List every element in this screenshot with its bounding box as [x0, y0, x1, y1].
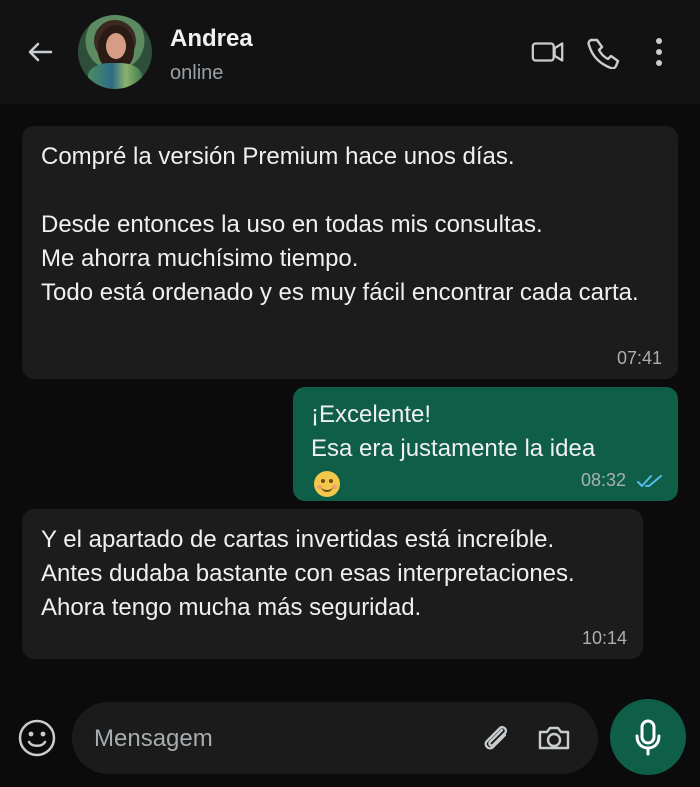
avatar-face	[106, 33, 126, 59]
message-bubble-incoming[interactable]: Compré la versión Premium hace unos días…	[22, 126, 678, 379]
phone-icon	[587, 38, 620, 69]
message-text: Y el apartado de cartas invertidas está …	[41, 526, 575, 621]
video-call-button[interactable]	[530, 34, 566, 70]
message-bubble-outgoing[interactable]: ¡Excelente! Esa era justamente la idea 0…	[293, 387, 678, 501]
back-button[interactable]	[22, 34, 58, 70]
microphone-icon	[635, 719, 661, 756]
message-time: 08:32	[580, 470, 626, 490]
double-check-icon	[637, 475, 662, 487]
smiling-face-icon	[314, 471, 340, 497]
contact-name[interactable]: Andrea	[170, 25, 253, 53]
message-time: 07:41	[616, 348, 662, 368]
paperclip-icon	[484, 725, 508, 750]
emoji-button[interactable]	[17, 718, 57, 758]
message-time: 10:14	[581, 628, 627, 648]
voice-message-button[interactable]	[610, 699, 686, 775]
message-input-container[interactable]	[72, 702, 598, 774]
message-text: ¡Excelente! Esa era justamente la idea	[311, 401, 596, 462]
chat-menu-button[interactable]	[642, 34, 676, 70]
video-camera-icon	[531, 42, 564, 62]
avatar-clothing	[88, 63, 142, 89]
message-text: Compré la versión Premium hace unos días…	[41, 143, 639, 306]
chat-header: Andrea online	[0, 0, 700, 104]
message-list[interactable]: Compré la versión Premium hace unos días…	[0, 104, 700, 684]
contact-status: online	[170, 62, 224, 84]
message-input[interactable]	[92, 720, 456, 758]
camera-button[interactable]	[534, 718, 574, 758]
more-vertical-icon	[656, 38, 662, 66]
voice-call-button[interactable]	[586, 34, 622, 70]
message-bubble-incoming[interactable]: Y el apartado de cartas invertidas está …	[22, 509, 643, 659]
arrow-left-icon	[28, 42, 53, 62]
emoji-icon	[18, 719, 56, 757]
avatar[interactable]	[78, 15, 152, 89]
camera-icon	[538, 726, 570, 750]
attach-button[interactable]	[476, 718, 516, 758]
